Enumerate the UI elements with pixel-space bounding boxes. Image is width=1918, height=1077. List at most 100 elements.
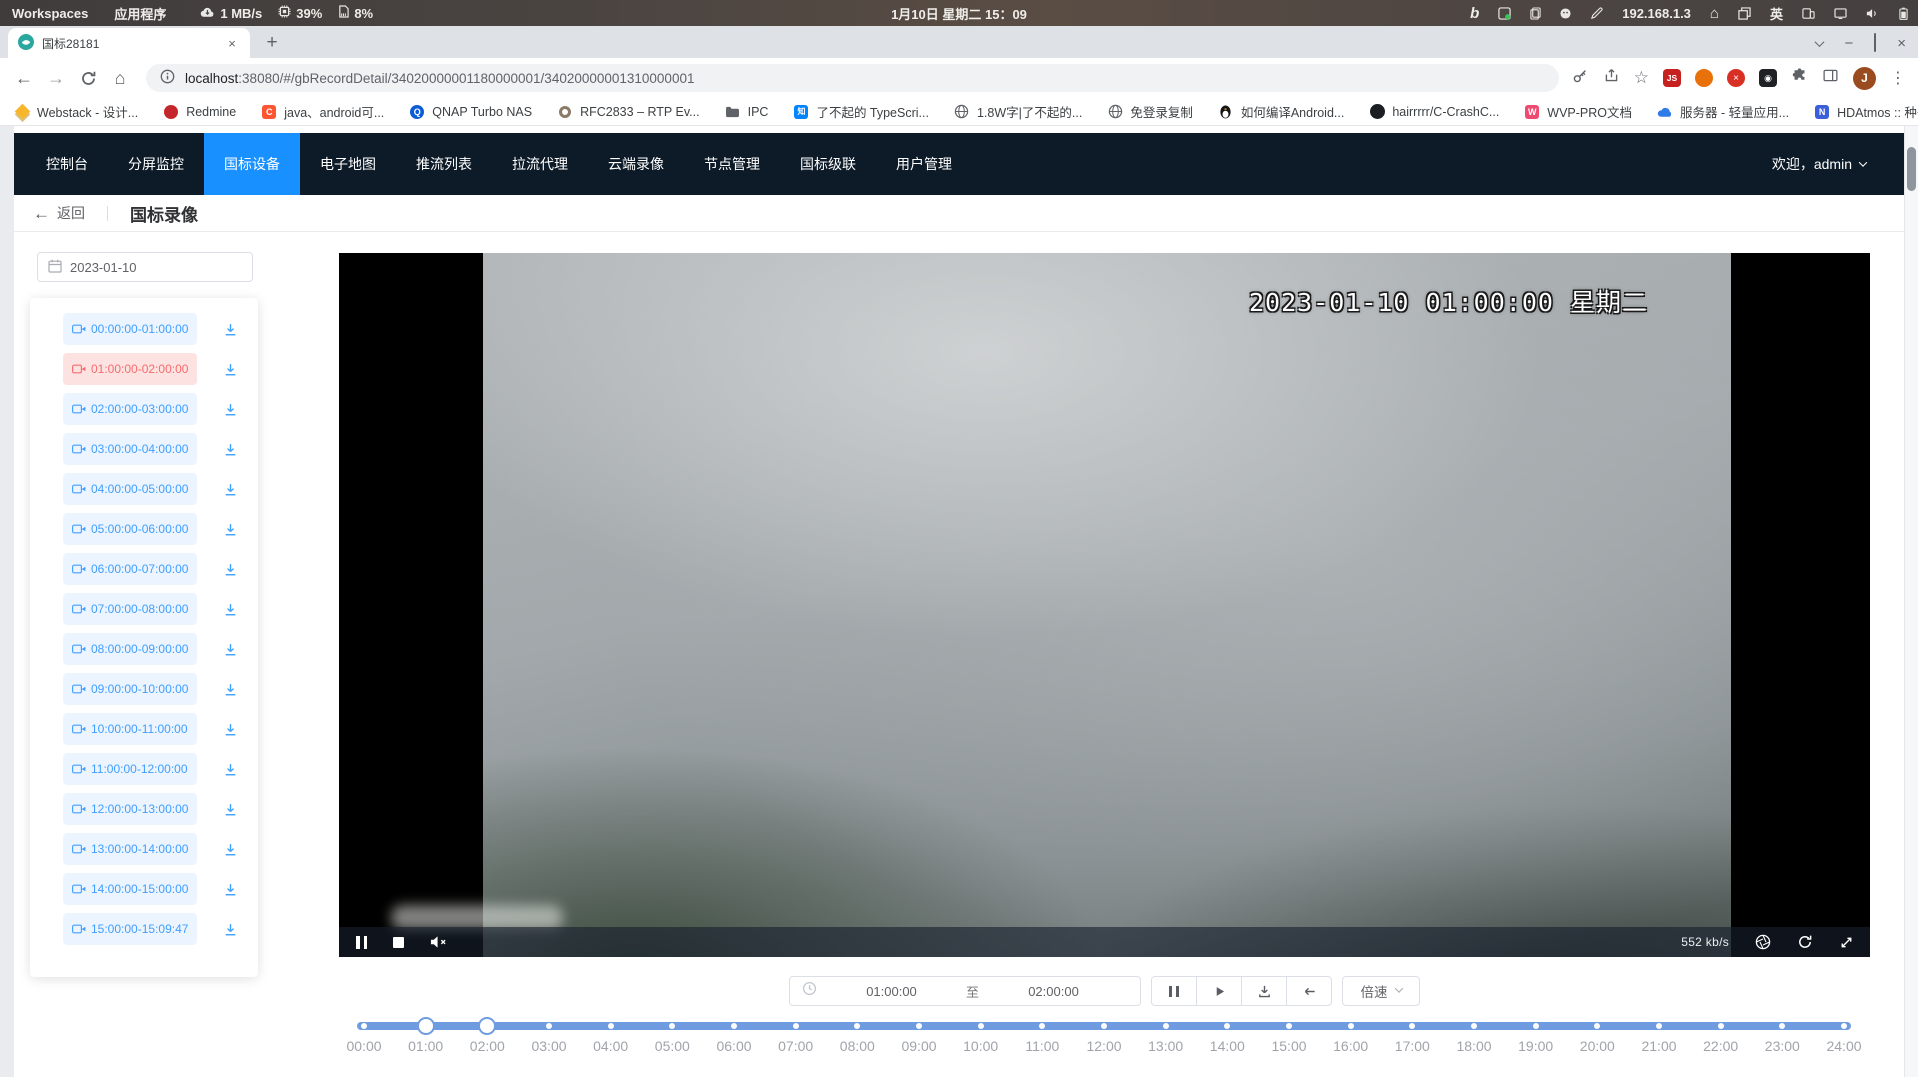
download-icon[interactable] [221,840,239,858]
workspaces-button[interactable]: Workspaces [12,6,88,21]
record-pill[interactable]: 03:00:00-04:00:00 [63,433,197,465]
record-pill[interactable]: 06:00:00-07:00:00 [63,553,197,585]
record-pill[interactable]: 12:00:00-13:00:00 [63,793,197,825]
new-tab-button[interactable]: + [258,29,286,57]
bookmark-folder-ipc[interactable]: IPC [725,104,769,120]
download-icon[interactable] [221,680,239,698]
timeline-end-handle[interactable] [478,1017,496,1035]
browser-menu-icon[interactable]: ⋮ [1890,68,1906,88]
app-window-tray-icon[interactable] [1498,7,1511,20]
browser-tab[interactable]: 国标28181 × [8,28,250,58]
download-icon[interactable] [221,480,239,498]
extensions-puzzle-icon[interactable] [1791,67,1808,89]
bookmark-csdn[interactable]: Cjava、android可... [261,102,384,121]
bookmark-cloud-server[interactable]: 服务器 - 轻量应用... [1657,102,1789,121]
nav-tab-nodes[interactable]: 节点管理 [684,133,780,195]
record-pill[interactable]: 10:00:00-11:00:00 [63,713,197,745]
devices-tray-icon[interactable] [1802,7,1815,20]
bookmark-rfc2833[interactable]: RFC2833 – RTP Ev... [557,104,700,120]
record-pill[interactable]: 11:00:00-12:00:00 [63,753,197,785]
download-icon[interactable] [221,360,239,378]
bookmark-android-build[interactable]: 如何编译Android... [1218,102,1345,121]
start-time-input[interactable]: 01:00:00 [817,984,966,999]
playback-speed-dropdown[interactable]: 倍速 [1342,976,1420,1006]
extension-js-icon[interactable]: JS [1663,69,1681,87]
end-time-input[interactable]: 02:00:00 [979,984,1128,999]
back-button[interactable]: ← 返回 [33,203,85,223]
applications-button[interactable]: 应用程序 [114,4,166,23]
robot-tray-icon[interactable] [1560,8,1571,19]
download-icon[interactable] [221,720,239,738]
record-pill[interactable]: 08:00:00-09:00:00 [63,633,197,665]
extension-dark-icon[interactable]: ◉ [1759,69,1777,87]
side-panel-icon[interactable] [1822,67,1839,89]
download-icon[interactable] [221,800,239,818]
seek-back-button[interactable] [1286,976,1332,1006]
bookmark-github-crash[interactable]: hairrrrr/C-CrashC... [1369,104,1499,120]
record-pill[interactable]: 05:00:00-06:00:00 [63,513,197,545]
display-tray-icon[interactable] [1834,8,1847,19]
player-pause-icon[interactable] [356,936,367,949]
input-method-indicator[interactable]: 英 [1770,4,1783,23]
download-record-button[interactable] [1241,976,1287,1006]
home-tray-icon[interactable]: ⌂ [1710,5,1719,22]
time-range-picker[interactable]: 01:00:00 至 02:00:00 [789,976,1141,1006]
nav-tab-push-list[interactable]: 推流列表 [396,133,492,195]
date-picker-input[interactable]: 2023-01-10 [37,252,253,282]
player-stop-icon[interactable] [393,937,404,948]
nav-tab-console[interactable]: 控制台 [26,133,108,195]
tab-close-icon[interactable]: × [224,35,240,51]
nav-tab-pull-proxy[interactable]: 拉流代理 [492,133,588,195]
bing-tray-icon[interactable]: b [1470,5,1479,22]
passwords-key-icon[interactable] [1571,67,1589,90]
cpu-usage-indicator[interactable]: 39% [278,5,322,21]
download-icon[interactable] [221,400,239,418]
browser-forward-icon[interactable]: → [42,64,70,92]
network-speed-indicator[interactable]: 1 MB/s [200,6,262,21]
user-menu[interactable]: 欢迎，admin [1772,133,1866,195]
download-icon[interactable] [221,560,239,578]
scrollbar-thumb[interactable] [1907,147,1916,191]
nav-tab-users[interactable]: 用户管理 [876,133,972,195]
download-icon[interactable] [221,600,239,618]
download-icon[interactable] [221,880,239,898]
battery-tray-icon[interactable] [1899,7,1908,20]
pen-tray-icon[interactable] [1590,7,1603,20]
download-icon[interactable] [221,920,239,938]
record-pill[interactable]: 02:00:00-03:00:00 [63,393,197,425]
player-mute-icon[interactable] [430,935,447,949]
record-pill[interactable]: 15:00:00-15:09:47 [63,913,197,945]
extension-proxy-icon[interactable] [1695,69,1713,87]
memory-usage-indicator[interactable]: 8% [338,5,373,21]
download-icon[interactable] [221,320,239,338]
bookmark-redmine[interactable]: Redmine [163,104,236,120]
timeline-slider[interactable] [357,1022,1851,1030]
snapshot-icon[interactable] [1755,934,1771,950]
record-pill[interactable]: 00:00:00-01:00:00 [63,313,197,345]
record-pill[interactable]: 04:00:00-05:00:00 [63,473,197,505]
download-icon[interactable] [221,760,239,778]
download-icon[interactable] [221,520,239,538]
browser-reload-icon[interactable] [74,64,102,92]
record-pill[interactable]: 14:00:00-15:00:00 [63,873,197,905]
extension-adblock-icon[interactable]: × [1727,69,1745,87]
desktop-clock[interactable]: 1月10日 星期二 15：09 [891,4,1027,23]
nav-tab-cloud-record[interactable]: 云端录像 [588,133,684,195]
nav-tab-gb-devices[interactable]: 国标设备 [204,133,300,195]
bookmark-zhihu-typescript[interactable]: 知了不起的 TypeScri... [793,102,929,121]
window-minimize-button[interactable]: − [1844,36,1853,51]
pause-button[interactable] [1151,976,1197,1006]
clipboard-tray-icon[interactable] [1530,7,1541,20]
window-close-button[interactable]: × [1897,36,1906,51]
timeline-start-handle[interactable] [417,1017,435,1035]
download-icon[interactable] [221,640,239,658]
nav-tab-map[interactable]: 电子地图 [300,133,396,195]
address-bar[interactable]: localhost:38080/#/gbRecordDetail/3402000… [146,64,1559,92]
nav-tab-split-monitor[interactable]: 分屏监控 [108,133,204,195]
bookmark-qnap[interactable]: QQNAP Turbo NAS [409,104,532,120]
share-icon[interactable] [1603,67,1620,89]
download-icon[interactable] [221,440,239,458]
volume-tray-icon[interactable] [1866,8,1880,19]
record-pill[interactable]: 09:00:00-10:00:00 [63,673,197,705]
fullscreen-icon[interactable] [1839,935,1854,950]
